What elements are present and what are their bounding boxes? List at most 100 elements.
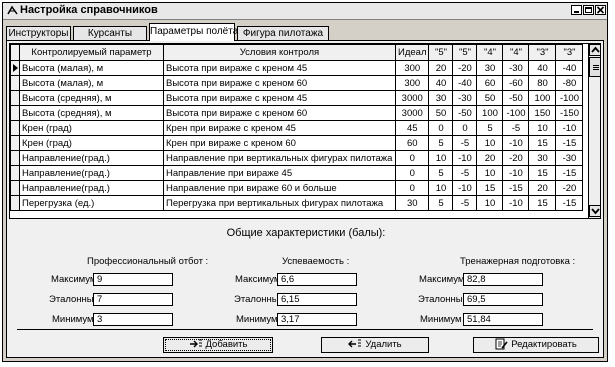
tab-flight-parameters[interactable]: Параметры полёта <box>149 23 238 41</box>
performance-max-field[interactable]: 6,6 <box>277 273 357 286</box>
simulator-min-field[interactable]: 51,84 <box>463 313 543 326</box>
maximize-button[interactable] <box>583 5 594 15</box>
table-cell[interactable]: 30 <box>394 195 430 211</box>
table-cell[interactable]: -40 <box>555 60 584 76</box>
table-row[interactable]: Крен (град) Крен при вираже с креном 60 60… <box>10 135 584 151</box>
row-indicator-cell[interactable] <box>10 75 20 91</box>
table-cell[interactable]: -100 <box>555 90 584 106</box>
column-header[interactable]: "3" <box>555 44 584 61</box>
column-header[interactable]: "4" <box>476 44 504 61</box>
table-cell[interactable]: -20 <box>502 150 530 166</box>
table-cell[interactable]: 0 <box>428 120 454 136</box>
performance-min-field[interactable]: 3,17 <box>277 313 357 326</box>
table-cell[interactable]: 60 <box>476 75 504 91</box>
simulator-max-field[interactable]: 82,8 <box>463 273 543 286</box>
table-cell[interactable]: 10 <box>428 180 454 196</box>
table-cell[interactable]: Высота при вираже с креном 60 <box>163 105 396 121</box>
table-row[interactable]: Направление(град.) Направление при вираже… <box>10 165 584 181</box>
table-cell[interactable]: -30 <box>502 60 530 76</box>
table-row[interactable]: Перегрузка (ед.) Перегрузка при вертикаль… <box>10 195 584 211</box>
table-cell[interactable]: 10 <box>476 165 504 181</box>
column-header[interactable]: "5" <box>452 44 478 61</box>
row-indicator-cell[interactable] <box>10 105 20 121</box>
table-cell[interactable]: 10 <box>476 195 504 211</box>
table-cell[interactable]: 5 <box>428 135 454 151</box>
table-cell[interactable]: -10 <box>502 165 530 181</box>
professional-max-field[interactable]: 9 <box>93 273 173 286</box>
table-row[interactable]: Высота (малая), м Высота при вираже с кре… <box>10 75 584 91</box>
table-cell[interactable]: 10 <box>476 135 504 151</box>
table-cell[interactable]: 20 <box>428 60 454 76</box>
table-cell[interactable]: -15 <box>555 135 584 151</box>
table-cell[interactable]: 50 <box>428 105 454 121</box>
tab-aerobatic-figure[interactable]: Фигура пилотажа <box>237 26 329 40</box>
table-cell[interactable]: 0 <box>394 180 430 196</box>
table-row[interactable]: Высота (малая), м Высота при вираже с кре… <box>10 60 584 76</box>
table-cell[interactable]: -10 <box>502 135 530 151</box>
professional-reference-field[interactable]: 7 <box>93 293 173 306</box>
parameters-grid[interactable]: Контролируемый параметр Условия контроля… <box>9 43 601 219</box>
table-cell[interactable]: 100 <box>528 90 557 106</box>
table-cell[interactable]: -150 <box>555 105 584 121</box>
table-cell[interactable]: Направление при вираже 45 <box>163 165 396 181</box>
table-cell[interactable]: 40 <box>428 75 454 91</box>
table-cell[interactable]: Направление(град.) <box>19 165 164 181</box>
scroll-down-button[interactable] <box>589 205 600 217</box>
table-cell[interactable]: 20 <box>528 180 557 196</box>
table-cell[interactable]: -5 <box>452 195 478 211</box>
table-cell[interactable]: 15 <box>528 165 557 181</box>
table-cell[interactable]: Высота (малая), м <box>19 60 164 76</box>
table-cell[interactable]: Высота при вираже с креном 60 <box>163 75 396 91</box>
row-indicator-cell[interactable] <box>10 135 20 151</box>
table-cell[interactable]: -50 <box>502 90 530 106</box>
table-cell[interactable]: 30 <box>528 150 557 166</box>
table-cell[interactable]: Перегрузка (ед.) <box>19 195 164 211</box>
table-cell[interactable]: -10 <box>452 180 478 196</box>
add-button[interactable]: Добавить <box>163 337 273 353</box>
table-cell[interactable]: 300 <box>394 75 430 91</box>
table-cell[interactable]: -40 <box>452 75 478 91</box>
table-cell[interactable]: -30 <box>555 150 584 166</box>
table-cell[interactable]: -5 <box>452 165 478 181</box>
table-cell[interactable]: -20 <box>452 60 478 76</box>
table-cell[interactable]: 0 <box>394 165 430 181</box>
table-cell[interactable]: 0 <box>394 150 430 166</box>
table-row[interactable]: Высота (средняя), м Высота при вираже с к… <box>10 105 584 121</box>
professional-min-field[interactable]: 3 <box>93 313 173 326</box>
table-cell[interactable]: 3000 <box>394 105 430 121</box>
close-button[interactable] <box>595 5 606 15</box>
table-cell[interactable]: 0 <box>452 120 478 136</box>
table-cell[interactable]: -60 <box>502 75 530 91</box>
column-header[interactable]: Контролируемый параметр <box>19 44 164 61</box>
table-cell[interactable]: -10 <box>555 120 584 136</box>
table-cell[interactable]: 10 <box>428 150 454 166</box>
simulator-reference-field[interactable]: 69,5 <box>463 293 543 306</box>
table-cell[interactable]: Высота при вираже с креном 45 <box>163 90 396 106</box>
table-cell[interactable]: -15 <box>555 165 584 181</box>
table-cell[interactable]: 45 <box>394 120 430 136</box>
table-row[interactable]: Крен (град) Крен при вираже с креном 45 45… <box>10 120 584 136</box>
table-row[interactable]: Высота (средняя), м Высота при вираже с к… <box>10 90 584 106</box>
table-row[interactable]: Направление(град.) Направление при вертик… <box>10 150 584 166</box>
table-cell[interactable]: 3000 <box>394 90 430 106</box>
table-cell[interactable]: Направление при вираже 60 и больше <box>163 180 396 196</box>
table-cell[interactable]: Крен при вираже с креном 45 <box>163 120 396 136</box>
table-cell[interactable]: -20 <box>555 180 584 196</box>
row-indicator-cell[interactable] <box>10 120 20 136</box>
table-cell[interactable]: Крен (град) <box>19 120 164 136</box>
table-cell[interactable]: Направление(град.) <box>19 180 164 196</box>
column-header[interactable]: "3" <box>528 44 557 61</box>
delete-button[interactable]: Удалить <box>321 337 429 353</box>
table-cell[interactable]: -15 <box>502 180 530 196</box>
table-cell[interactable]: -100 <box>502 105 530 121</box>
table-cell[interactable]: -30 <box>452 90 478 106</box>
table-cell[interactable]: 60 <box>394 135 430 151</box>
table-cell[interactable]: -80 <box>555 75 584 91</box>
tab-instructors[interactable]: Инструкторы <box>6 26 71 40</box>
table-cell[interactable]: -10 <box>452 150 478 166</box>
table-cell[interactable]: 100 <box>476 105 504 121</box>
row-indicator-cell[interactable] <box>10 165 20 181</box>
performance-reference-field[interactable]: 6,15 <box>277 293 357 306</box>
tab-cadets[interactable]: Курсанты <box>73 26 147 40</box>
table-cell[interactable]: Высота (средняя), м <box>19 90 164 106</box>
